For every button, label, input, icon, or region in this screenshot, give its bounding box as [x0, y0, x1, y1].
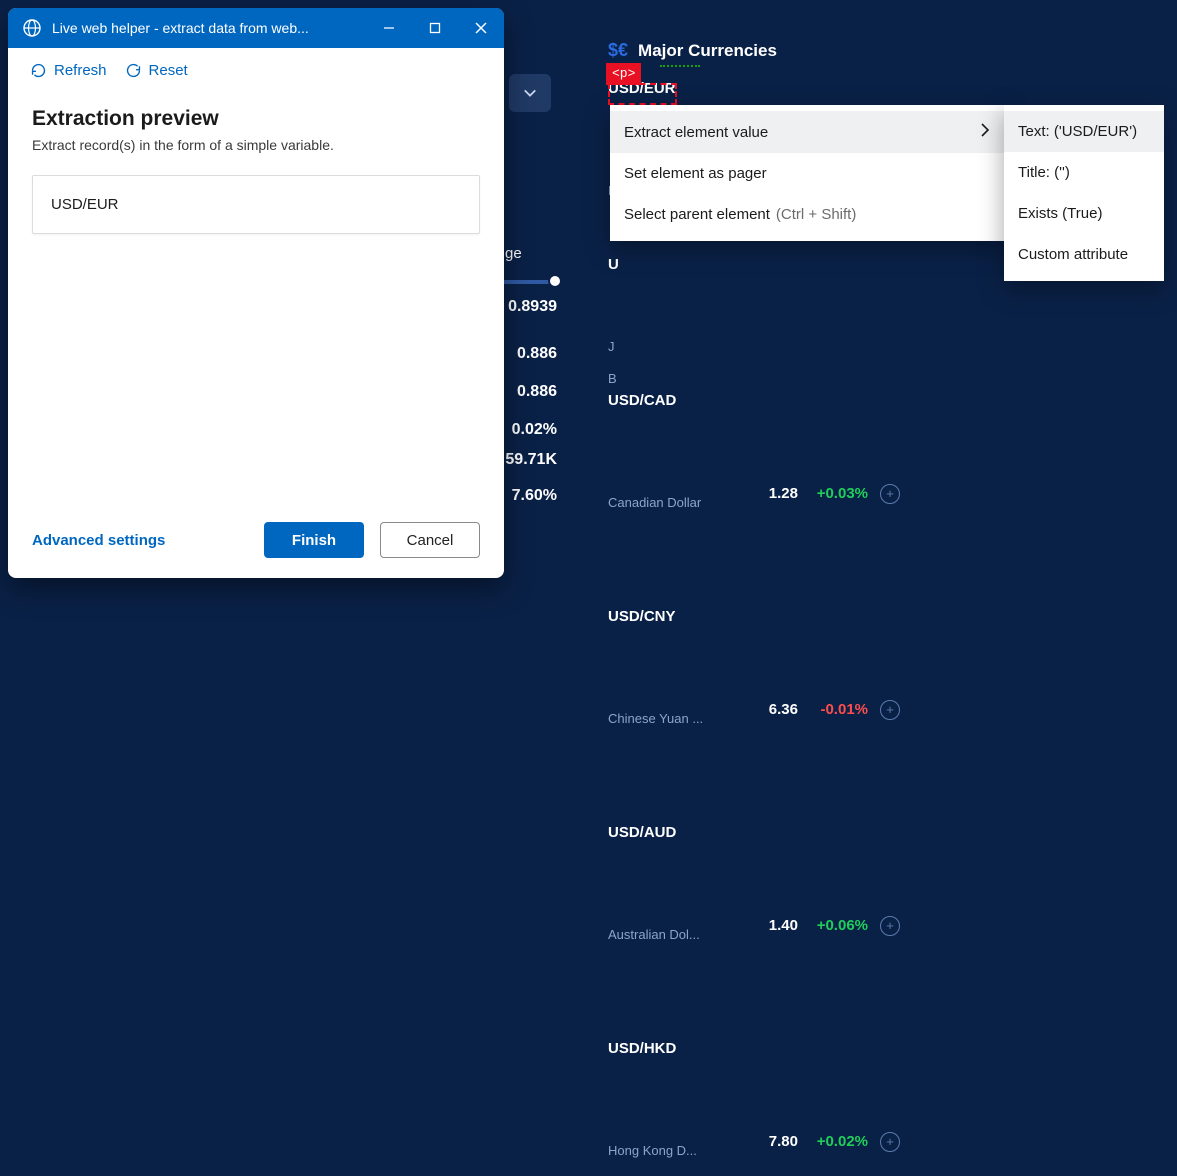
preview-subtitle: Extract record(s) in the form of a simpl… — [32, 137, 480, 153]
add-currency-button[interactable]: + — [880, 700, 900, 720]
currency-value: 7.80 — [738, 1133, 798, 1150]
globe-icon — [22, 18, 42, 38]
currency-pair: USD/AUD — [608, 824, 738, 924]
currency-row[interactable]: USD/HKDHong Kong D...7.80+0.02% + — [602, 1035, 918, 1176]
extract-value-submenu: Text: ('USD/EUR') Title: ('') Exists (Tr… — [1004, 105, 1164, 281]
currency-pair: USD/CNY — [608, 608, 738, 708]
reset-button[interactable]: Reset — [125, 62, 188, 79]
currency-subtitle: Chinese Yuan ... — [608, 711, 738, 811]
currency-change: +0.03% — [798, 485, 868, 502]
element-tag-badge: <p> — [606, 63, 641, 85]
close-icon — [475, 22, 487, 34]
advanced-settings-link[interactable]: Advanced settings — [32, 532, 165, 549]
submenu-custom-attribute[interactable]: Custom attribute — [1004, 234, 1164, 275]
close-button[interactable] — [458, 8, 504, 48]
refresh-icon — [30, 62, 47, 79]
toolbar: Refresh Reset — [8, 48, 504, 89]
titlebar[interactable]: Live web helper - extract data from web.… — [8, 8, 504, 48]
reset-icon — [125, 62, 142, 79]
bg-value-3: 0.886 — [497, 383, 557, 401]
menu-label: Extract element value — [624, 124, 768, 141]
menu-extract-element-value[interactable]: Extract element value — [610, 111, 1006, 153]
submenu-label: Text: ('USD/EUR') — [1018, 123, 1137, 140]
currency-change: +0.02% — [798, 1133, 868, 1150]
bg-value-2: 0.886 — [497, 345, 557, 363]
currency-value: 6.36 — [738, 701, 798, 718]
minimize-button[interactable] — [366, 8, 412, 48]
bg-value-6: 7.60% — [497, 487, 557, 505]
menu-select-parent-element[interactable]: Select parent element (Ctrl + Shift) — [610, 194, 1006, 235]
chevron-right-icon — [980, 123, 990, 141]
currency-row[interactable]: USD/AUDAustralian Dol...1.40+0.06% + — [602, 819, 918, 1035]
bg-value-5: 59.71K — [497, 451, 557, 469]
range-slider-thumb[interactable] — [548, 274, 562, 288]
currency-change: -0.01% — [798, 701, 868, 718]
add-currency-button[interactable]: + — [880, 484, 900, 504]
range-label-fragment: ge — [505, 245, 522, 262]
currency-value: 1.40 — [738, 917, 798, 934]
bg-value-1: 0.8939 — [497, 298, 557, 316]
submenu-text[interactable]: Text: ('USD/EUR') — [1004, 111, 1164, 152]
currency-row[interactable]: USD/CNYChinese Yuan ...6.36-0.01% + — [602, 603, 918, 819]
currency-value: 1.28 — [738, 485, 798, 502]
submenu-label: Custom attribute — [1018, 246, 1128, 263]
window-title: Live web helper - extract data from web.… — [52, 20, 366, 36]
preview-heading: Extraction preview — [32, 107, 480, 131]
panel-title: Major Currencies — [638, 41, 777, 61]
add-currency-button[interactable]: + — [880, 1132, 900, 1152]
currency-row[interactable]: USD/CADCanadian Dollar1.28+0.03% + — [602, 387, 918, 603]
preview-card: USD/EUR — [32, 175, 480, 234]
currency-change: +0.06% — [798, 917, 868, 934]
finish-button[interactable]: Finish — [264, 522, 364, 558]
currency-subtitle: Australian Dol... — [608, 927, 738, 1027]
reset-label: Reset — [149, 62, 188, 79]
currency-subtitle: Canadian Dollar — [608, 495, 738, 595]
chevron-down-icon — [523, 86, 537, 100]
bg-value-4: 0.02% — [497, 421, 557, 439]
preview-value: USD/EUR — [51, 196, 119, 213]
submenu-title[interactable]: Title: ('') — [1004, 152, 1164, 193]
currency-subtitle: Hong Kong D... — [608, 1143, 738, 1176]
menu-set-element-as-pager[interactable]: Set element as pager — [610, 153, 1006, 194]
refresh-button[interactable]: Refresh — [30, 62, 107, 79]
submenu-label: Exists (True) — [1018, 205, 1102, 222]
currency-row[interactable]: B — [602, 355, 918, 387]
submenu-exists[interactable]: Exists (True) — [1004, 193, 1164, 234]
refresh-label: Refresh — [54, 62, 107, 79]
menu-shortcut: (Ctrl + Shift) — [776, 206, 856, 223]
cancel-button[interactable]: Cancel — [380, 522, 480, 558]
maximize-button[interactable] — [412, 8, 458, 48]
currency-pair: USD/HKD — [608, 1040, 738, 1140]
element-context-menu: Extract element value Set element as pag… — [610, 105, 1006, 241]
maximize-icon — [429, 22, 441, 34]
live-web-helper-dialog: Live web helper - extract data from web.… — [8, 8, 504, 578]
menu-label: Set element as pager — [624, 165, 767, 182]
submenu-label: Title: ('') — [1018, 164, 1070, 181]
currency-pair: USD/CAD — [608, 392, 738, 492]
menu-label: Select parent element — [624, 206, 770, 223]
currency-pair — [608, 268, 738, 368]
minimize-icon — [383, 22, 395, 34]
currency-icon: $€ — [608, 40, 628, 61]
dropdown-toggle[interactable] — [509, 74, 551, 112]
add-currency-button[interactable]: + — [880, 916, 900, 936]
